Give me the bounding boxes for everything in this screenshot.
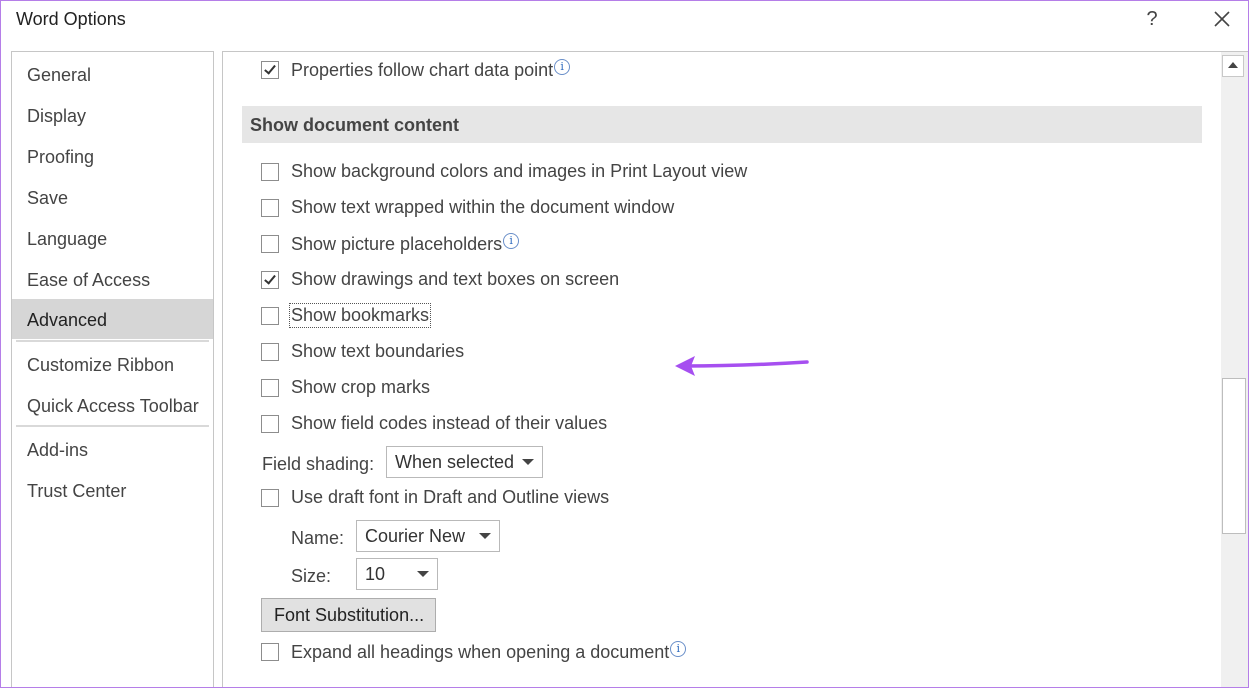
nav-add-ins[interactable]: Add-ins [12,429,213,469]
nav-save[interactable]: Save [12,177,213,217]
checkbox[interactable] [261,199,279,217]
option-label: Properties follow chart data point [291,60,554,80]
nav-trust-center[interactable]: Trust Center [12,470,213,510]
info-icon: i [554,59,571,75]
nav-label: Save [27,188,69,208]
nav-label: Display [27,106,87,126]
close-icon [1214,11,1230,27]
checkbox[interactable] [261,163,279,181]
help-button[interactable]: ? [1141,5,1163,33]
option-label: Show field codes instead of their values [291,413,608,433]
font-size-select[interactable]: 10 [356,558,438,590]
checkbox[interactable] [261,643,279,661]
chevron-down-icon [417,571,429,577]
checkbox[interactable] [261,343,279,361]
nav-language[interactable]: Language [12,218,213,258]
field-shading-select[interactable]: When selected [386,446,543,478]
section-header: Show document content [242,106,1202,143]
nav-label: General [27,65,92,85]
info-icon: i [670,641,687,657]
field-shading-label: Field shading: [262,454,375,474]
option-label: Show text wrapped within the document wi… [291,197,675,217]
nav-ease-of-access[interactable]: Ease of Access [12,259,213,299]
nav-label: Customize Ribbon [27,355,175,375]
option-label: Show picture placeholders [291,234,503,254]
button-label: Font Substitution... [274,605,425,625]
info-icon: i [503,233,520,249]
close-button[interactable] [1209,5,1235,33]
checkbox-checked[interactable] [261,61,279,79]
checkbox[interactable] [261,235,279,253]
option-label: Show drawings and text boxes on screen [291,269,620,289]
scroll-thumb[interactable] [1222,378,1246,534]
annotation-arrow-icon [675,356,809,376]
section-title: Show document content [250,115,459,135]
nav-label: Add-ins [27,440,89,460]
font-size-label: Size: [291,566,332,586]
nav-proofing[interactable]: Proofing [12,136,213,176]
option-label: Use draft font in Draft and Outline view… [291,487,610,507]
nav-quick-access-toolbar[interactable]: Quick Access Toolbar [12,385,213,425]
nav-label: Proofing [27,147,95,167]
vertical-scrollbar[interactable] [1221,52,1248,687]
dialog-title: Word Options [16,9,126,29]
nav-label: Trust Center [27,481,127,501]
chevron-down-icon [522,459,534,465]
font-name-select[interactable]: Courier New [356,520,500,552]
option-label: Expand all headings when opening a docum… [291,642,670,662]
option-label: Show background colors and images in Pri… [291,161,748,181]
advanced-options-panel: Properties follow chart data point i Show… [222,51,1248,687]
checkbox[interactable] [261,307,279,325]
nav-label: Advanced [27,310,108,330]
nav-customize-ribbon[interactable]: Customize Ribbon [12,344,213,384]
nav-divider [16,340,209,342]
nav-label: Language [27,229,108,249]
option-label: Show bookmarks [288,303,432,328]
nav-advanced[interactable]: Advanced [12,299,213,339]
checkbox[interactable] [261,379,279,397]
checkbox[interactable] [261,415,279,433]
option-label: Show crop marks [291,377,431,397]
nav-divider [16,425,209,427]
selected-value: 10 [365,564,386,584]
scroll-up-button[interactable] [1222,55,1244,77]
nav-label: Quick Access Toolbar [27,396,199,416]
nav-general[interactable]: General [12,54,213,94]
title-bar: Word Options ? [1,1,1248,41]
nav-label: Ease of Access [27,270,151,290]
nav-display[interactable]: Display [12,95,213,135]
font-substitution-button[interactable]: Font Substitution... [261,598,436,632]
selected-value: When selected [395,452,515,472]
font-name-label: Name: [291,528,345,548]
chevron-down-icon [479,533,491,539]
selected-value: Courier New [365,526,466,546]
category-sidebar: General Display Proofing Save Language E… [11,51,214,687]
checkbox-checked[interactable] [261,271,279,289]
option-label: Show text boundaries [291,341,465,361]
word-options-dialog: Word Options ? General Display Proofing … [0,0,1249,688]
checkbox[interactable] [261,489,279,507]
